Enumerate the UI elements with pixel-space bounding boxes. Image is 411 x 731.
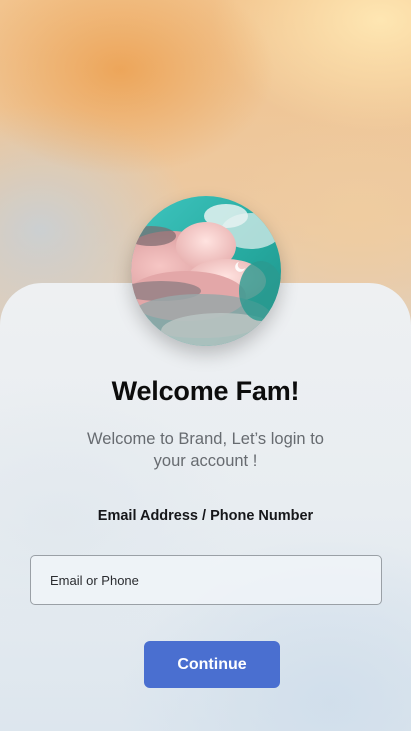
avatar — [131, 196, 281, 346]
email-phone-input[interactable] — [30, 555, 382, 605]
page-title: Welcome Fam! — [111, 376, 300, 406]
continue-button[interactable]: Continue — [144, 641, 280, 688]
clouds-image — [131, 196, 281, 346]
welcome-subtitle: Welcome to Brand, Let’s login to your ac… — [87, 430, 324, 470]
email-phone-label: Email Address / Phone Number — [97, 508, 314, 524]
